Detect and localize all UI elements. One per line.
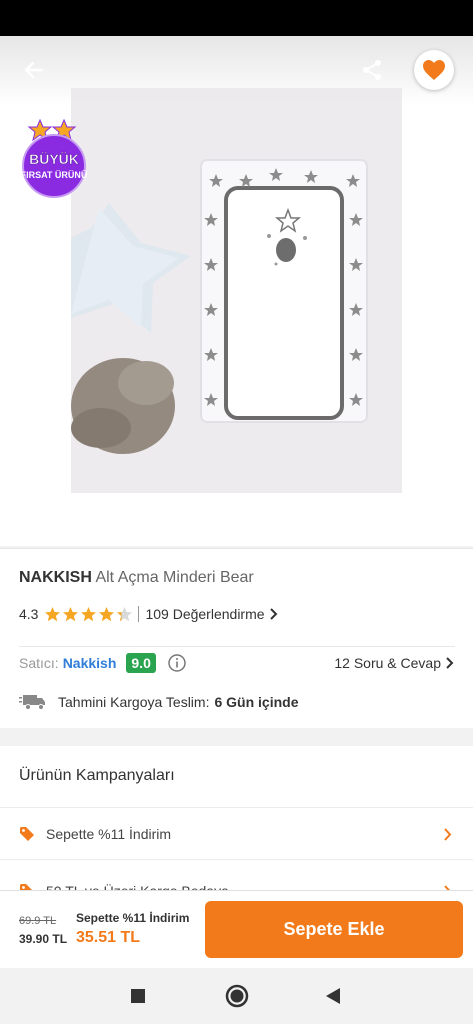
heart-icon bbox=[423, 60, 445, 80]
status-bar bbox=[0, 0, 473, 36]
campaign-label: Sepette %11 İndirim bbox=[46, 826, 172, 842]
seller-row: Satıcı: Nakkish 9.0 bbox=[19, 651, 186, 675]
campaigns-divider bbox=[0, 807, 473, 808]
chevron-right-icon bbox=[446, 657, 454, 669]
delivery-row: Tahmini Kargoya Teslim: 6 Gün içinde bbox=[19, 691, 299, 713]
info-divider bbox=[19, 646, 455, 647]
star-icon bbox=[81, 606, 97, 621]
add-to-cart-button[interactable]: Sepete Ekle bbox=[205, 901, 463, 958]
circle-icon bbox=[225, 984, 249, 1008]
rating-stars bbox=[44, 606, 134, 623]
final-price: 35.51 TL bbox=[76, 929, 141, 946]
rating-separator bbox=[138, 606, 140, 622]
product-gallery[interactable]: BÜYÜK FIRSAT ÜRÜNÜ bbox=[0, 36, 473, 546]
bottom-purchase-bar: 69.9 TL 39.90 TL Sepette %11 İndirim 35.… bbox=[0, 890, 473, 968]
star-icon bbox=[63, 606, 79, 621]
favorite-button[interactable] bbox=[414, 50, 454, 90]
delivery-label: Tahmini Kargoya Teslim: bbox=[58, 694, 210, 710]
star-icon bbox=[45, 606, 61, 621]
truck-icon bbox=[19, 695, 45, 710]
seller-label: Satıcı: bbox=[19, 655, 59, 671]
campaigns-divider bbox=[0, 859, 473, 860]
arrow-left-icon bbox=[24, 61, 44, 79]
current-price: 39.90 TL bbox=[19, 932, 68, 946]
triangle-back-icon bbox=[326, 988, 340, 1004]
review-count: 109 Değerlendirme bbox=[145, 606, 265, 622]
info-icon[interactable] bbox=[168, 654, 186, 672]
badge-line-1: BÜYÜK bbox=[29, 151, 79, 167]
rating-score: 4.3 bbox=[19, 606, 39, 622]
qa-label: 12 Soru & Cevap bbox=[334, 655, 441, 671]
header-gradient bbox=[0, 36, 473, 106]
product-image[interactable] bbox=[71, 88, 402, 493]
star-icon bbox=[99, 606, 115, 621]
qa-link[interactable]: 12 Soru & Cevap bbox=[334, 653, 455, 673]
back-nav-button[interactable] bbox=[319, 982, 347, 1010]
star-icon bbox=[117, 606, 133, 621]
cart-discount-label: Sepette %11 İndirim bbox=[76, 911, 190, 925]
rating-row[interactable]: 4.3 109 Değerlendirme bbox=[19, 604, 279, 624]
back-button[interactable] bbox=[18, 54, 50, 86]
big-deal-badge: BÜYÜK FIRSAT ÜRÜNÜ bbox=[10, 118, 98, 200]
square-icon bbox=[131, 989, 145, 1003]
chevron-right-icon bbox=[444, 827, 452, 841]
chevron-right-icon bbox=[269, 608, 277, 620]
tag-icon bbox=[20, 827, 34, 841]
recents-button[interactable] bbox=[124, 982, 152, 1010]
screen: BÜYÜK FIRSAT ÜRÜNÜ NAKKISH Alt Açma Mind… bbox=[0, 0, 473, 1024]
delivery-value: 6 Gün içinde bbox=[214, 694, 299, 710]
system-nav-bar bbox=[0, 968, 473, 1024]
product-name: Alt Açma Minderi Bear bbox=[95, 569, 254, 586]
share-button[interactable] bbox=[356, 54, 388, 86]
product-brand[interactable]: NAKKISH bbox=[19, 569, 92, 586]
home-button[interactable] bbox=[223, 982, 251, 1010]
campaigns-title: Ürünün Kampanyaları bbox=[19, 767, 175, 784]
seller-name-link[interactable]: Nakkish bbox=[63, 655, 117, 671]
old-price: 69.9 TL bbox=[19, 915, 57, 927]
badge-line-2: FIRSAT ÜRÜNÜ bbox=[21, 170, 88, 180]
share-icon bbox=[363, 60, 381, 80]
product-title: NAKKISH Alt Açma Minderi Bear bbox=[19, 569, 254, 587]
campaign-item[interactable]: Sepette %11 İndirim bbox=[0, 809, 473, 859]
product-info: NAKKISH Alt Açma Minderi Bear 4.3 109 De… bbox=[0, 548, 473, 728]
seller-score-badge: 9.0 bbox=[126, 653, 156, 673]
